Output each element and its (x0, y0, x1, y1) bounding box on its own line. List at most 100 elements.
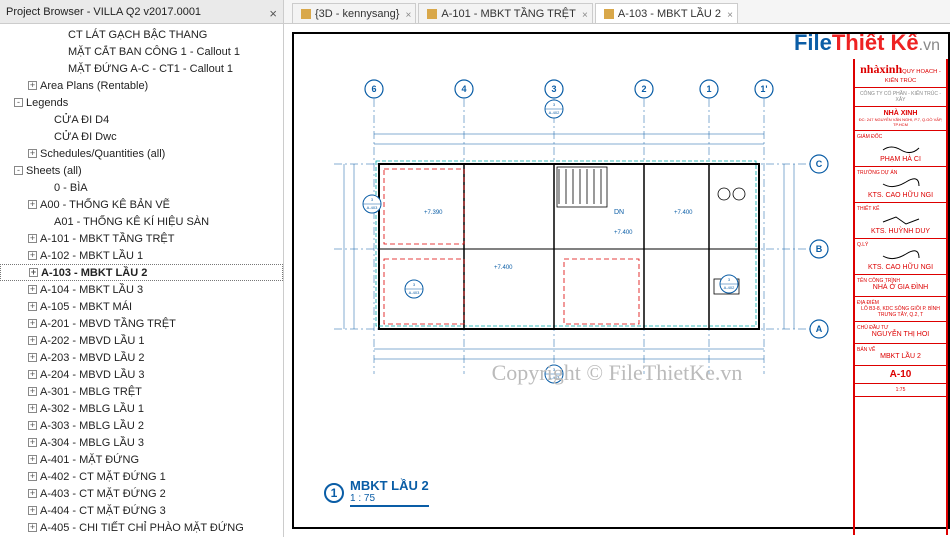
tree-label: A-201 - MBVD TẦNG TRỆT (40, 318, 176, 330)
tree-item[interactable]: +A-402 - CT MẶT ĐỨNG 1 (0, 468, 283, 485)
svg-text:6: 6 (371, 84, 376, 94)
tree-label: A-203 - MBVD LẦU 2 (40, 352, 145, 364)
tree-item[interactable]: CT LÁT GẠCH BẬC THANG (0, 26, 283, 43)
expand-icon[interactable]: + (28, 438, 37, 447)
tree-item[interactable]: +Schedules/Quantities (all) (0, 145, 283, 162)
tree-label: CỬA ĐI D4 (54, 114, 109, 126)
expand-icon[interactable]: + (28, 200, 37, 209)
expand-icon[interactable]: + (28, 149, 37, 158)
close-icon[interactable]: × (582, 6, 588, 26)
tree-item[interactable]: +A-103 - MBKT LẦU 2 (0, 264, 283, 281)
tree-label: Legends (26, 97, 68, 109)
expand-icon[interactable]: + (28, 251, 37, 260)
view-tab[interactable]: {3D - kennysang}× (292, 3, 416, 23)
tree-item[interactable]: +A-401 - MẶT ĐỨNG (0, 451, 283, 468)
svg-text:+7.390: +7.390 (424, 210, 443, 216)
collapse-icon[interactable]: - (14, 98, 23, 107)
tree-label: A-101 - MBKT TẦNG TRỆT (40, 233, 174, 245)
tree-item[interactable]: +A-203 - MBVD LẦU 2 (0, 349, 283, 366)
expand-icon[interactable]: + (28, 302, 37, 311)
tree-label: A-301 - MBLG TRỆT (40, 386, 142, 398)
tree-item[interactable]: 0 - BÌA (0, 179, 283, 196)
expand-icon[interactable]: + (28, 523, 37, 532)
close-icon[interactable]: × (727, 6, 733, 26)
tree-item[interactable]: +A-101 - MBKT TẦNG TRỆT (0, 230, 283, 247)
svg-text:3: 3 (551, 84, 556, 94)
tree-item[interactable]: +A-102 - MBKT LẦU 1 (0, 247, 283, 264)
tree-item[interactable]: A01 - THỐNG KÊ KÍ HIỆU SÀN (0, 213, 283, 230)
expand-icon[interactable]: + (28, 387, 37, 396)
tree-item[interactable]: CỬA ĐI D4 (0, 111, 283, 128)
tree-item[interactable]: +A-202 - MBVD LẦU 1 (0, 332, 283, 349)
tree-label: A-202 - MBVD LẦU 1 (40, 335, 145, 347)
expand-icon[interactable]: + (28, 81, 37, 90)
tree-item[interactable]: +A-105 - MBKT MÁI (0, 298, 283, 315)
svg-text:A-403: A-403 (409, 290, 420, 295)
tree-label: A-303 - MBLG LẦU 2 (40, 420, 144, 432)
tree-item[interactable]: +A-201 - MBVD TẦNG TRỆT (0, 315, 283, 332)
titleblock[interactable]: nhàxinhQUY HOẠCH - KIẾN TRÚC CÔNG TY CỔ … (853, 59, 948, 535)
svg-text:+7.400: +7.400 (614, 230, 633, 236)
view-tabs: {3D - kennysang}×A-101 - MBKT TẦNG TRỆT×… (284, 0, 738, 23)
expand-icon[interactable]: + (28, 234, 37, 243)
view-tab[interactable]: A-101 - MBKT TẦNG TRỆT× (418, 3, 592, 23)
expand-icon[interactable]: + (28, 353, 37, 362)
tree-label: A00 - THỐNG KÊ BẢN VẼ (40, 199, 170, 211)
close-icon[interactable]: × (406, 6, 412, 26)
svg-text:1': 1' (760, 84, 767, 94)
view-name: MBKT LẦU 2 (350, 478, 429, 493)
collapse-icon[interactable]: - (14, 166, 23, 175)
expand-icon[interactable]: + (29, 268, 38, 277)
tree-label: A-302 - MBLG LẦU 1 (40, 403, 144, 415)
tree-item[interactable]: MẶT ĐỨNG A-C - CT1 - Callout 1 (0, 60, 283, 77)
svg-text:A-402: A-402 (549, 110, 560, 115)
browser-title-text: Project Browser - VILLA Q2 v2017.0001 (6, 6, 201, 18)
tree-item[interactable]: +A-303 - MBLG LẦU 2 (0, 417, 283, 434)
view-title[interactable]: 1 MBKT LẦU 2 1 : 75 (324, 478, 429, 507)
expand-icon[interactable]: + (28, 404, 37, 413)
tree-item[interactable]: +A-301 - MBLG TRỆT (0, 383, 283, 400)
expand-icon[interactable]: + (28, 472, 37, 481)
expand-icon[interactable]: + (28, 455, 37, 464)
tree-item[interactable]: -Legends (0, 94, 283, 111)
view-number: 1 (324, 483, 344, 503)
tree-item[interactable]: +A-304 - MBLG LẦU 3 (0, 434, 283, 451)
svg-text:C: C (816, 159, 823, 169)
tree-label: A-104 - MBKT LẦU 3 (40, 284, 143, 296)
project-browser-tree[interactable]: CT LÁT GẠCH BẬC THANG MẶT CẮT BAN CÔNG 1 … (0, 24, 284, 537)
svg-text:2: 2 (641, 84, 646, 94)
expand-icon[interactable]: + (28, 506, 37, 515)
expand-icon[interactable]: + (28, 489, 37, 498)
tree-item[interactable]: +A-405 - CHI TIẾT CHỈ PHÀO MẶT ĐỨNG (0, 519, 283, 536)
tree-label: 0 - BÌA (54, 182, 88, 194)
tree-item[interactable]: +A00 - THỐNG KÊ BẢN VẼ (0, 196, 283, 213)
tree-label: MẶT CẮT BAN CÔNG 1 - Callout 1 (68, 46, 240, 58)
svg-text:A-403: A-403 (549, 375, 560, 380)
tree-item[interactable]: +A-404 - CT MẶT ĐỨNG 3 (0, 502, 283, 519)
tree-label: A-102 - MBKT LẦU 1 (40, 250, 143, 262)
close-icon[interactable]: × (269, 2, 277, 26)
tree-item[interactable]: CỬA ĐI Dwc (0, 128, 283, 145)
drawing-viewport[interactable]: FileThiết Kế.vn 643211' CBA (284, 24, 950, 537)
view-tab[interactable]: A-103 - MBKT LẦU 2× (595, 3, 738, 23)
tree-item[interactable]: +A-204 - MBVD LẦU 3 (0, 366, 283, 383)
expand-icon[interactable]: + (28, 285, 37, 294)
expand-icon[interactable]: + (28, 370, 37, 379)
expand-icon[interactable]: + (28, 319, 37, 328)
tree-item[interactable]: MẶT CẮT BAN CÔNG 1 - Callout 1 (0, 43, 283, 60)
svg-text:A: A (816, 324, 823, 334)
expand-icon[interactable]: + (28, 336, 37, 345)
tree-item[interactable]: +Area Plans (Rentable) (0, 77, 283, 94)
svg-text:B: B (816, 244, 823, 254)
tree-label: A-402 - CT MẶT ĐỨNG 1 (40, 471, 166, 483)
tree-item[interactable]: +A-302 - MBLG LẦU 1 (0, 400, 283, 417)
project-browser-title: Project Browser - VILLA Q2 v2017.0001 × (0, 0, 284, 23)
expand-icon[interactable]: + (28, 421, 37, 430)
tree-item[interactable]: +A-104 - MBKT LẦU 3 (0, 281, 283, 298)
svg-text:+7.400: +7.400 (494, 265, 513, 271)
svg-text:1: 1 (706, 84, 711, 94)
tree-item[interactable]: -Sheets (all) (0, 162, 283, 179)
tree-item[interactable]: +A-403 - CT MẶT ĐỨNG 2 (0, 485, 283, 502)
floor-plan[interactable]: 643211' CBA (314, 64, 834, 394)
tree-label: MẶT ĐỨNG A-C - CT1 - Callout 1 (68, 63, 233, 75)
